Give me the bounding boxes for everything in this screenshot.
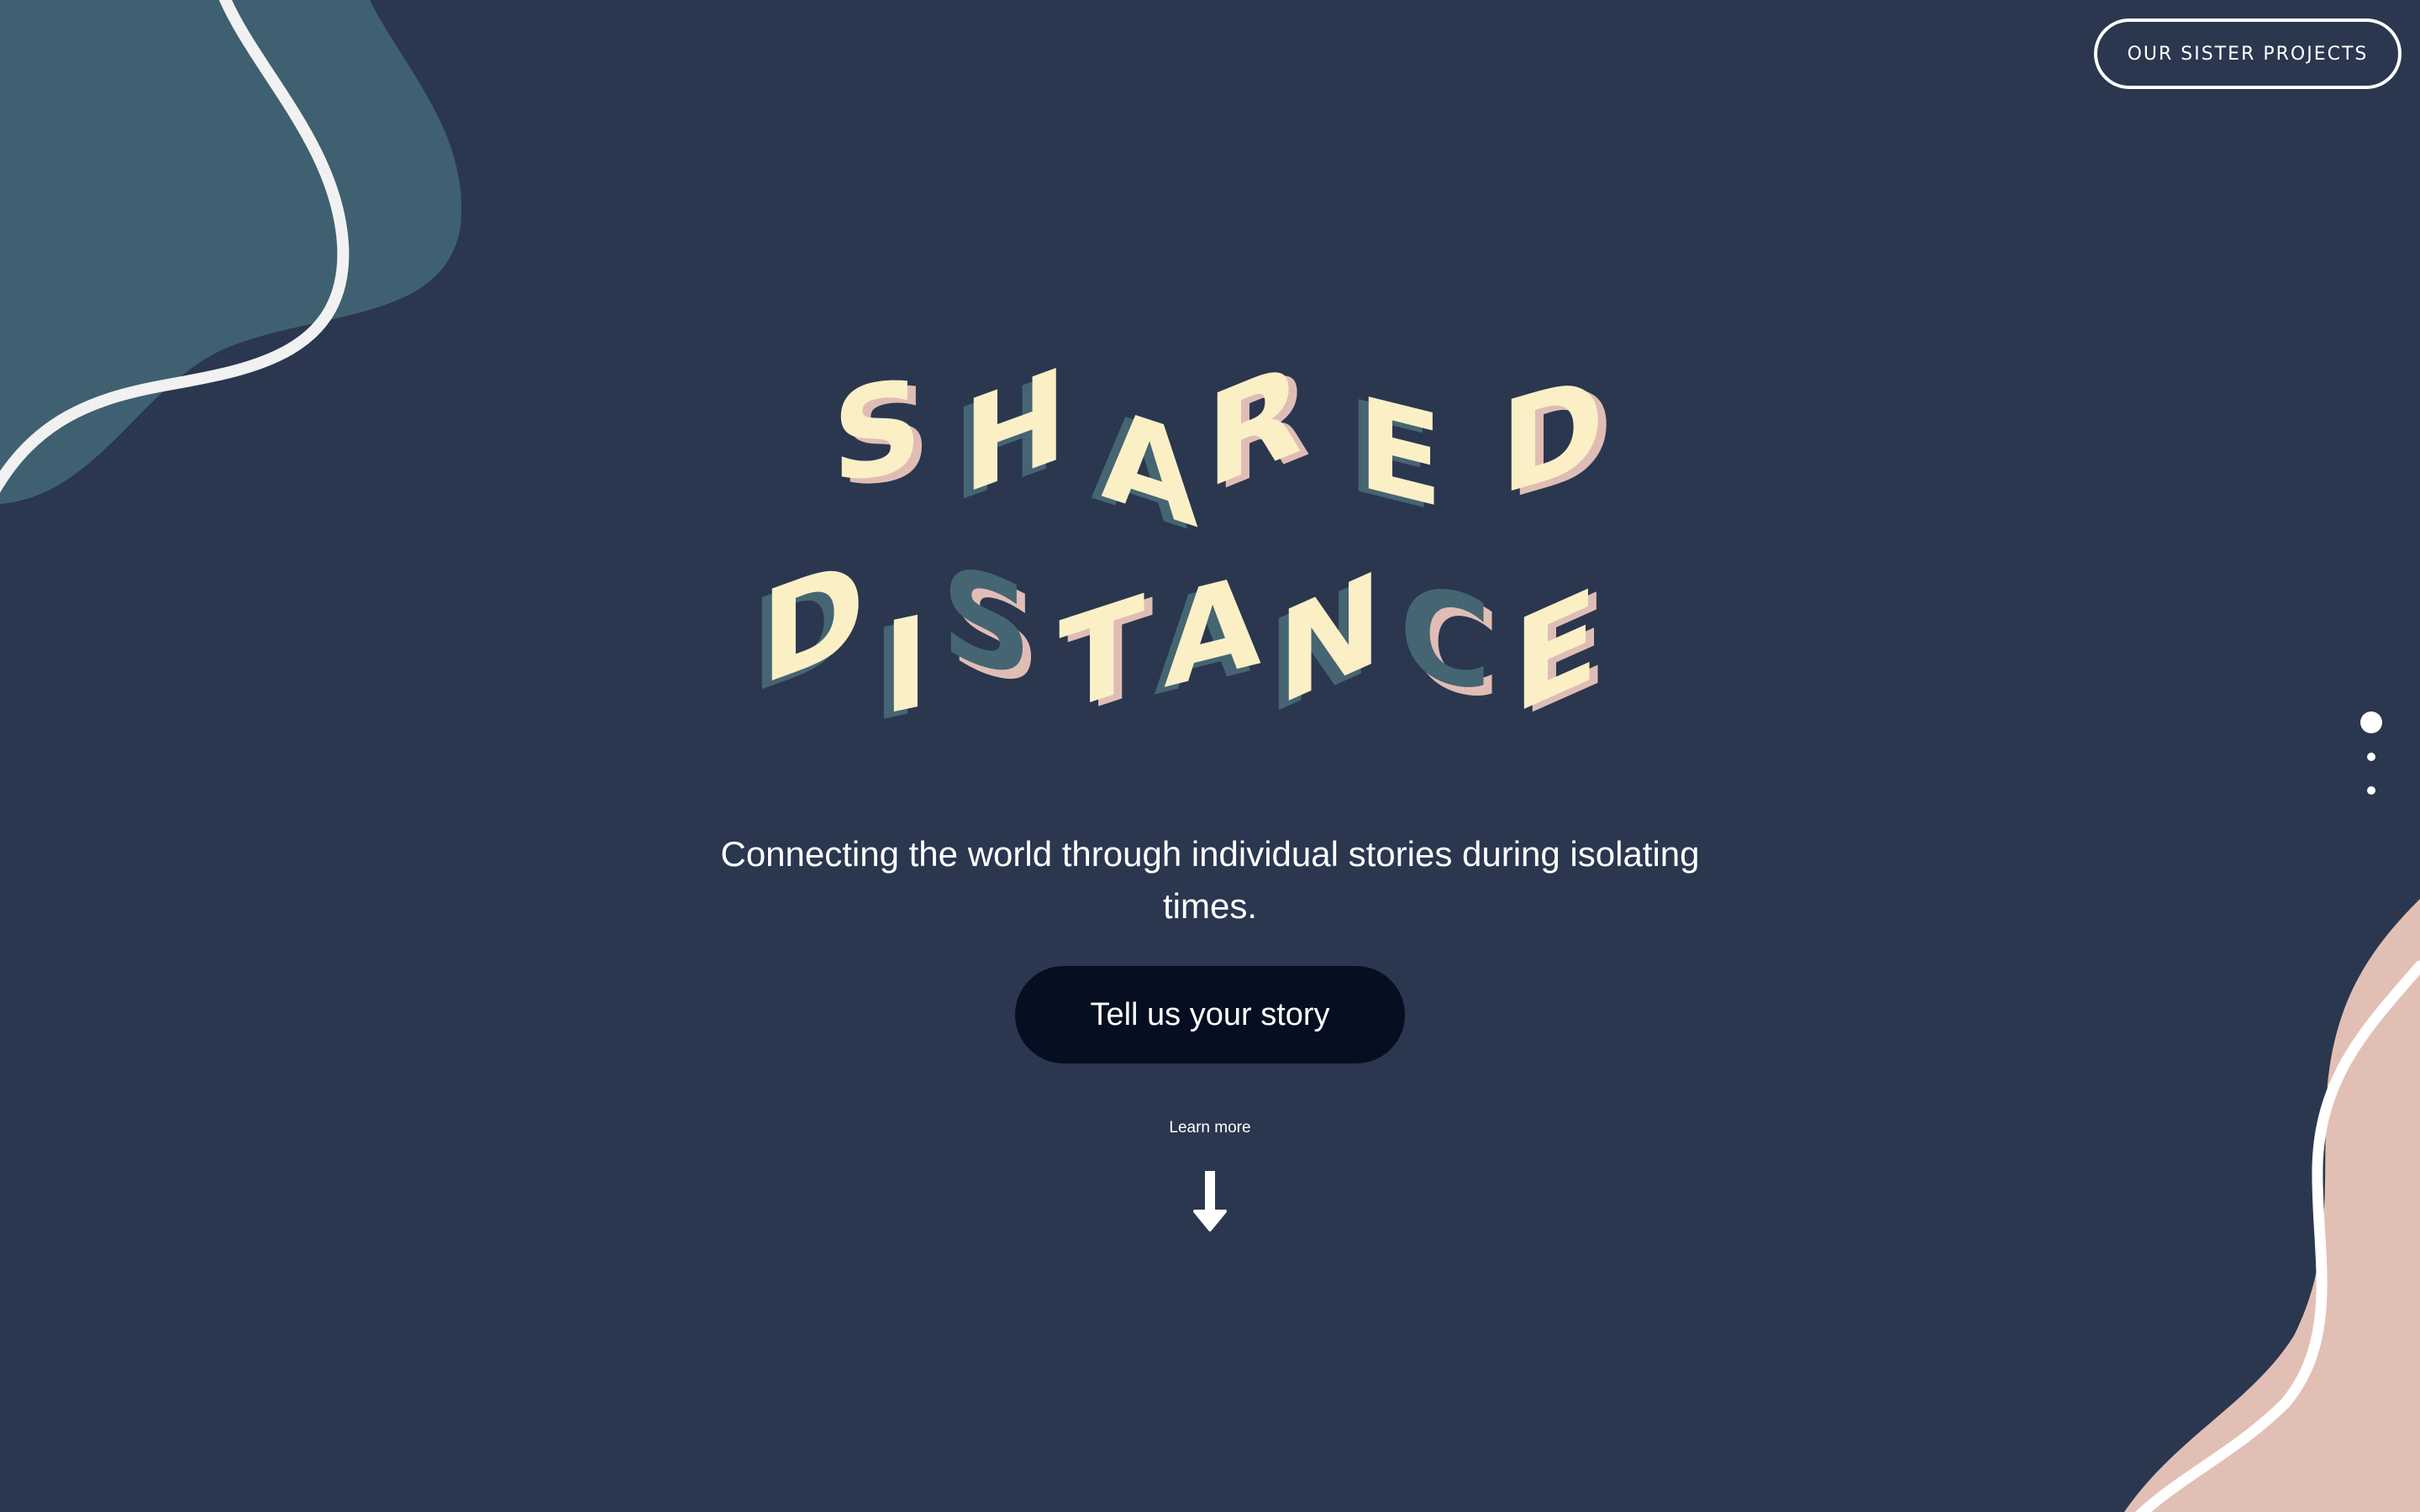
logo-letter: H [962, 344, 1068, 524]
shared-distance-logo: S S H H A A R R E E D D D D I I S S T T … [750, 344, 1613, 739]
arrow-down-icon[interactable] [1192, 1169, 1228, 1233]
landing-page: OUR SISTER PROJECTS S S H H A A R R E E [0, 0, 2420, 1512]
logo-letter: R [1206, 344, 1303, 519]
logo-letter: E [1357, 369, 1443, 537]
decorative-blob-bottom-right [2124, 899, 2420, 1512]
logo-line-shared: S S H H A A R R E E D D [832, 344, 1613, 559]
decorative-blob-top-left [0, 0, 462, 504]
tagline-line: Connecting the world through individual … [720, 834, 1700, 874]
logo-letter: D [1500, 348, 1605, 524]
logo-letter: T [1059, 568, 1144, 739]
sister-projects-button[interactable]: OUR SISTER PROJECTS [2094, 18, 2402, 89]
tell-your-story-button[interactable]: Tell us your story [1015, 966, 1405, 1063]
logo-letter: S [941, 537, 1032, 708]
logo-letter: A [1164, 546, 1261, 717]
pager-dot-active[interactable] [2360, 711, 2382, 733]
tagline-line: times. [1162, 886, 1257, 926]
pager-dot[interactable] [2367, 753, 2375, 761]
pager-dot[interactable] [2367, 786, 2375, 795]
logo-line-distance: D D I I S S T T A A N N C C E E [750, 529, 1607, 739]
learn-more-link[interactable]: Learn more [1126, 1119, 1294, 1137]
hero-tagline: Connecting the world through individual … [639, 828, 1781, 932]
section-pager [2348, 709, 2395, 810]
logo-letter: S [832, 350, 923, 513]
logo-letter: C [1399, 555, 1491, 722]
logo-letter: N [1277, 543, 1383, 736]
logo-letter: I [882, 587, 929, 739]
